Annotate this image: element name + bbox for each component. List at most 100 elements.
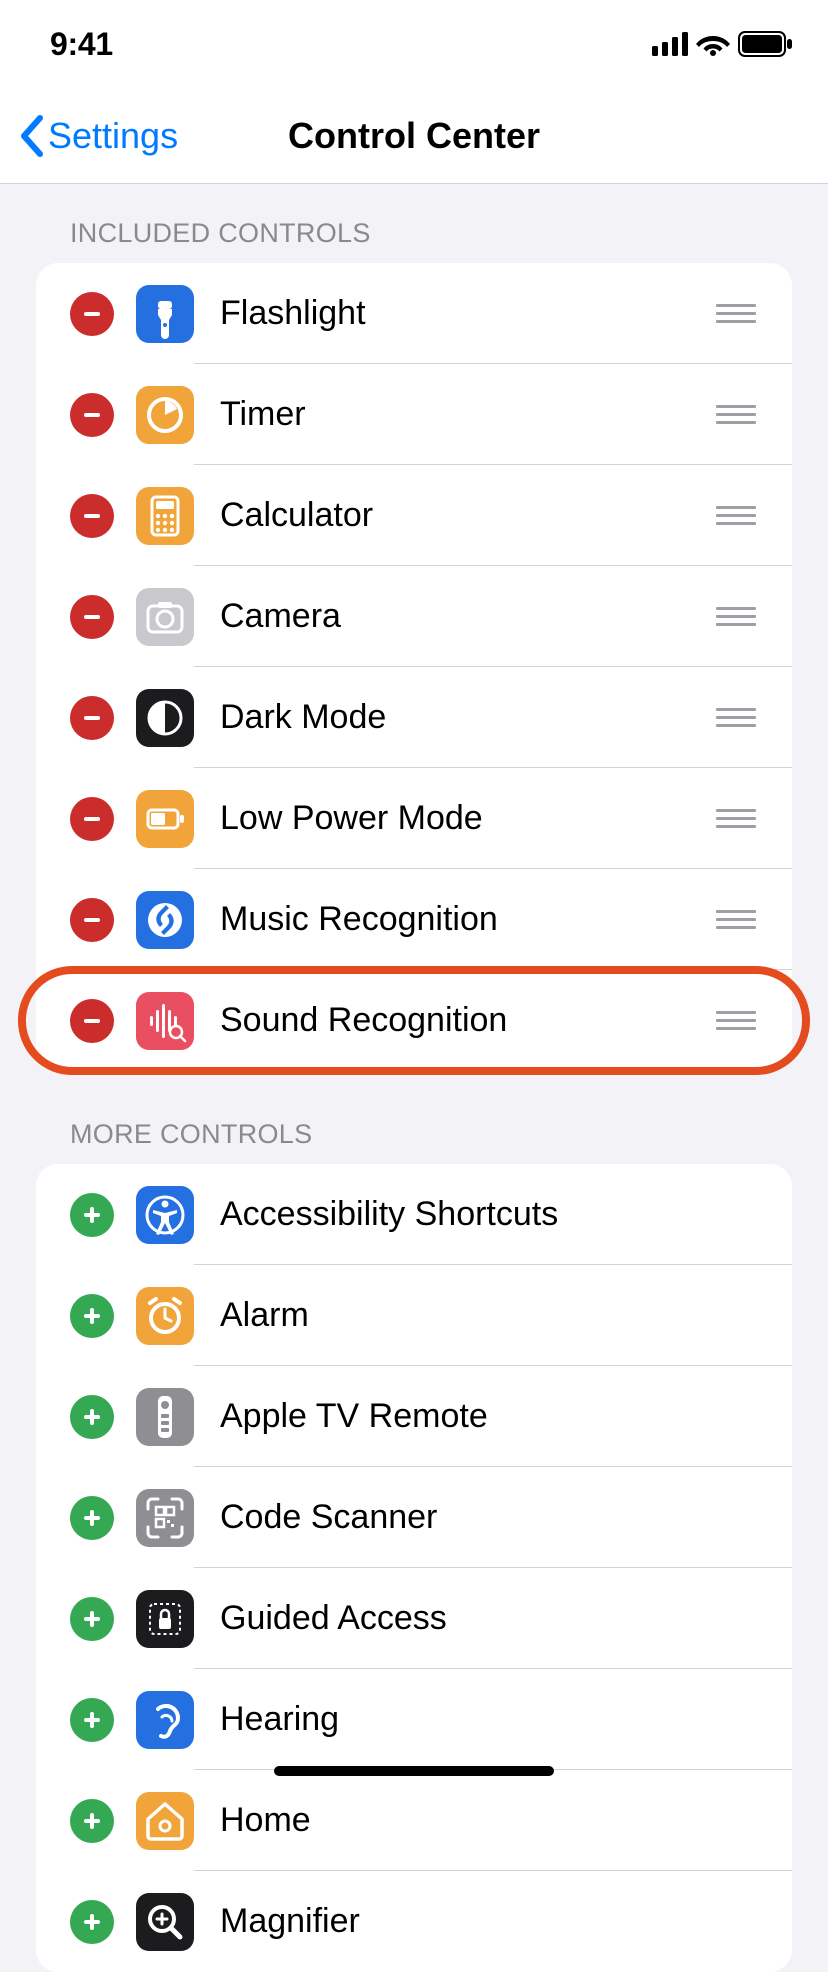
add-button[interactable] <box>70 1597 114 1641</box>
control-label: Sound Recognition <box>220 1001 716 1040</box>
back-label: Settings <box>48 115 178 157</box>
plus-icon <box>82 1609 102 1629</box>
control-label: Low Power Mode <box>220 799 716 838</box>
control-row: Calculator <box>36 465 792 566</box>
cellular-icon <box>652 32 688 56</box>
calculator-icon <box>136 487 194 545</box>
control-label: Alarm <box>220 1296 792 1335</box>
control-row: Apple TV Remote <box>36 1366 792 1467</box>
minus-icon <box>82 708 102 728</box>
home-icon <box>136 1792 194 1850</box>
minus-icon <box>82 1011 102 1031</box>
shazam-icon <box>136 891 194 949</box>
accessibility-icon <box>136 1186 194 1244</box>
section-header-more: More Controls <box>0 1071 828 1164</box>
control-row: Accessibility Shortcuts <box>36 1164 792 1265</box>
add-button[interactable] <box>70 1294 114 1338</box>
minus-icon <box>82 809 102 829</box>
control-row: Music Recognition <box>36 869 792 970</box>
reorder-handle[interactable] <box>716 304 756 323</box>
home-indicator <box>274 1766 554 1776</box>
control-row: Dark Mode <box>36 667 792 768</box>
control-label: Camera <box>220 597 716 636</box>
control-row: Timer <box>36 364 792 465</box>
reorder-handle[interactable] <box>716 607 756 626</box>
control-label: Dark Mode <box>220 698 716 737</box>
minus-icon <box>82 607 102 627</box>
remove-button[interactable] <box>70 595 114 639</box>
magnifier-icon <box>136 1893 194 1951</box>
dark-mode-icon <box>136 689 194 747</box>
remove-button[interactable] <box>70 898 114 942</box>
control-label: Hearing <box>220 1700 792 1739</box>
control-row: Guided Access <box>36 1568 792 1669</box>
control-label: Code Scanner <box>220 1498 792 1537</box>
control-label: Music Recognition <box>220 900 716 939</box>
remove-button[interactable] <box>70 696 114 740</box>
control-row: Code Scanner <box>36 1467 792 1568</box>
low-power-icon <box>136 790 194 848</box>
plus-icon <box>82 1205 102 1225</box>
timer-icon <box>136 386 194 444</box>
sound-recog-icon <box>136 992 194 1050</box>
reorder-handle[interactable] <box>716 809 756 828</box>
control-label: Calculator <box>220 496 716 535</box>
reorder-handle[interactable] <box>716 910 756 929</box>
add-button[interactable] <box>70 1395 114 1439</box>
minus-icon <box>82 304 102 324</box>
control-row: Magnifier <box>36 1871 792 1972</box>
more-controls-list: Accessibility Shortcuts Alarm Apple TV Rem… <box>36 1164 792 1972</box>
remove-button[interactable] <box>70 999 114 1043</box>
back-button[interactable]: Settings <box>0 114 178 158</box>
control-label: Flashlight <box>220 294 716 333</box>
add-button[interactable] <box>70 1900 114 1944</box>
control-row: Camera <box>36 566 792 667</box>
add-button[interactable] <box>70 1496 114 1540</box>
status-bar: 9:41 <box>0 0 828 88</box>
remove-button[interactable] <box>70 292 114 336</box>
plus-icon <box>82 1508 102 1528</box>
plus-icon <box>82 1710 102 1730</box>
control-row: Low Power Mode <box>36 768 792 869</box>
plus-icon <box>82 1407 102 1427</box>
chevron-left-icon <box>18 114 46 158</box>
remove-button[interactable] <box>70 797 114 841</box>
wifi-icon <box>696 32 730 56</box>
status-indicators <box>652 31 794 57</box>
included-controls-list: Flashlight Timer Calculator Camera Dark Mode… <box>36 263 792 1071</box>
reorder-handle[interactable] <box>716 506 756 525</box>
nav-bar: Settings Control Center <box>0 88 828 184</box>
battery-icon <box>738 31 794 57</box>
add-button[interactable] <box>70 1193 114 1237</box>
hearing-icon <box>136 1691 194 1749</box>
minus-icon <box>82 910 102 930</box>
control-row: Sound Recognition <box>36 970 792 1071</box>
control-label: Home <box>220 1801 792 1840</box>
alarm-icon <box>136 1287 194 1345</box>
reorder-handle[interactable] <box>716 1011 756 1030</box>
control-label: Guided Access <box>220 1599 792 1638</box>
remote-icon <box>136 1388 194 1446</box>
status-time: 9:41 <box>50 26 113 63</box>
guided-icon <box>136 1590 194 1648</box>
plus-icon <box>82 1912 102 1932</box>
plus-icon <box>82 1306 102 1326</box>
control-row: Flashlight <box>36 263 792 364</box>
control-row: Hearing <box>36 1669 792 1770</box>
camera-icon <box>136 588 194 646</box>
control-label: Apple TV Remote <box>220 1397 792 1436</box>
add-button[interactable] <box>70 1799 114 1843</box>
control-label: Timer <box>220 395 716 434</box>
section-header-included: Included Controls <box>0 184 828 263</box>
control-label: Accessibility Shortcuts <box>220 1195 792 1234</box>
plus-icon <box>82 1811 102 1831</box>
minus-icon <box>82 506 102 526</box>
control-label: Magnifier <box>220 1902 792 1941</box>
minus-icon <box>82 405 102 425</box>
reorder-handle[interactable] <box>716 405 756 424</box>
remove-button[interactable] <box>70 393 114 437</box>
remove-button[interactable] <box>70 494 114 538</box>
flashlight-icon <box>136 285 194 343</box>
add-button[interactable] <box>70 1698 114 1742</box>
reorder-handle[interactable] <box>716 708 756 727</box>
